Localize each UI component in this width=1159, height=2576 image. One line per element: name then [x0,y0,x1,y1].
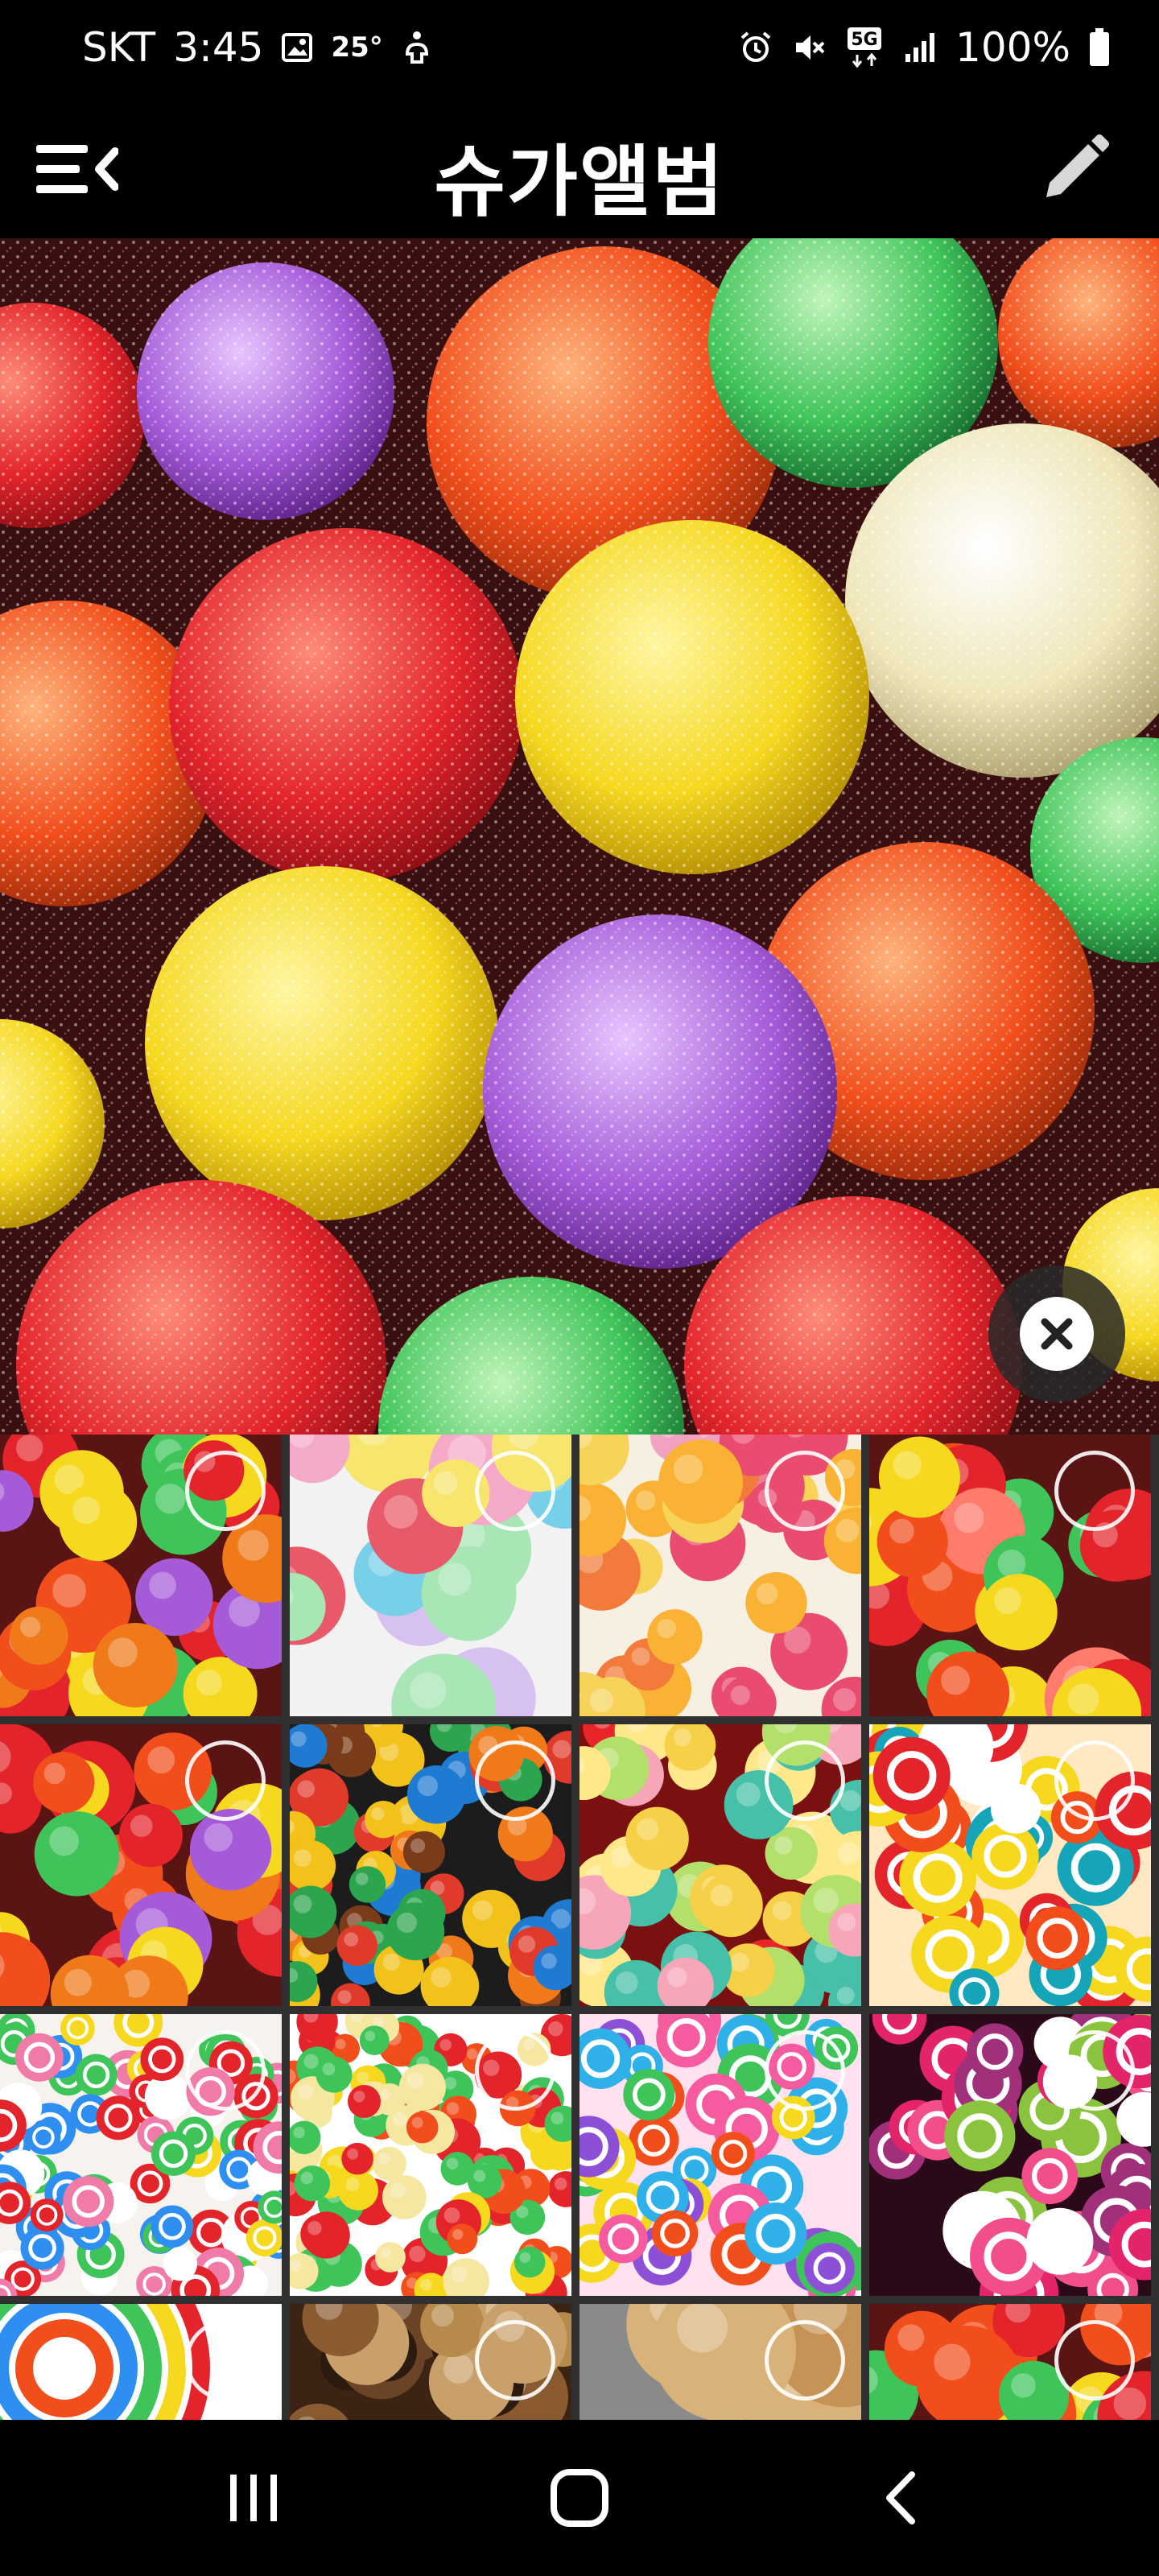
battery-icon [1088,28,1111,67]
signal-icon [902,30,938,65]
close-icon [1020,1297,1094,1371]
back-button[interactable] [861,2458,942,2538]
photo-thumbnail[interactable] [0,1435,282,1716]
photo-grid [0,1435,1159,2420]
photo-thumbnail[interactable] [0,2014,282,2296]
photo-thumbnail[interactable] [580,2304,861,2420]
select-checkbox[interactable] [185,1740,266,1821]
photo-thumbnail[interactable] [580,1435,861,1716]
battery-label: 100% [955,24,1070,71]
gumdrops-photo [0,238,1159,1435]
select-checkbox[interactable] [185,2320,266,2401]
photo-thumbnail[interactable] [580,1724,861,2006]
home-icon [551,2469,608,2527]
select-checkbox[interactable] [185,1451,266,1531]
select-checkbox[interactable] [1054,2030,1135,2111]
home-button[interactable] [539,2458,620,2538]
select-checkbox[interactable] [185,2030,266,2111]
clock: 3:45 [173,24,264,71]
recent-apps-button[interactable] [213,2458,294,2538]
photo-thumbnail[interactable] [869,1435,1151,1716]
photo-thumbnail[interactable] [0,2304,282,2420]
select-checkbox[interactable] [765,1740,845,1821]
recent-apps-icon [230,2475,277,2521]
select-checkbox[interactable] [765,1451,845,1531]
gallery-icon [281,31,313,64]
app-title: 슈가앨범 [434,137,725,227]
photo-thumbnail[interactable] [0,1724,282,2006]
status-bar: SKT 3:45 25° 5G 100% [0,0,1159,97]
back-icon [886,2471,915,2524]
photo-thumbnail[interactable] [580,2014,861,2296]
edit-button[interactable] [1030,129,1119,209]
5g-label: 5G [851,30,877,50]
temperature-label: 25° [331,31,383,64]
status-left: SKT 3:45 25° [82,24,433,71]
photo-thumbnail[interactable] [869,2304,1151,2420]
select-checkbox[interactable] [475,2320,555,2401]
status-right: 5G 100% [738,24,1111,71]
app-bar: 슈가앨범 [0,97,1159,238]
5g-icon: 5G [844,26,885,69]
select-checkbox[interactable] [1054,2320,1135,2401]
photo-thumbnail[interactable] [290,1435,571,1716]
image-preview[interactable] [0,238,1159,1435]
select-checkbox[interactable] [1054,1740,1135,1821]
mute-icon [791,30,827,65]
navigation-bar [0,2420,1159,2576]
photo-thumbnail[interactable] [290,1724,571,2006]
select-checkbox[interactable] [765,2320,845,2401]
close-preview-button[interactable] [988,1265,1125,1402]
accessibility-icon [401,30,433,65]
photo-thumbnail[interactable] [869,2014,1151,2296]
select-checkbox[interactable] [765,2030,845,2111]
select-checkbox[interactable] [475,2030,555,2111]
photo-thumbnail[interactable] [869,1724,1151,2006]
photo-thumbnail[interactable] [290,2014,571,2296]
select-checkbox[interactable] [475,1740,555,1821]
pencil-icon [1046,134,1109,197]
alarm-icon [738,30,773,65]
select-checkbox[interactable] [475,1451,555,1531]
photo-thumbnail[interactable] [290,2304,571,2420]
select-checkbox[interactable] [1054,1451,1135,1531]
carrier-label: SKT [82,24,156,71]
